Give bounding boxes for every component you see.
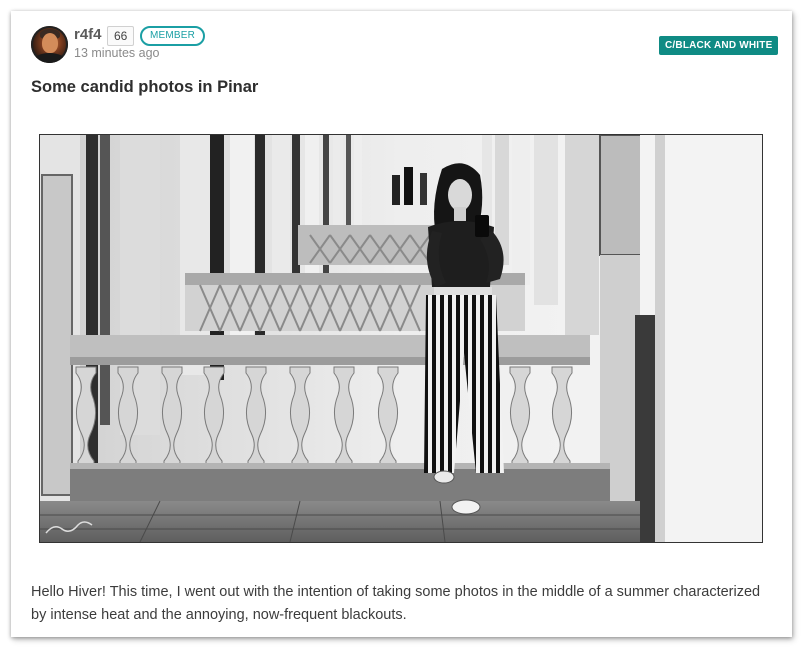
photo-illustration [40, 135, 762, 542]
avatar-shoulders [33, 53, 66, 63]
avatar-face [42, 33, 58, 53]
post-timestamp[interactable]: 13 minutes ago [74, 46, 159, 60]
user-avatar[interactable] [31, 26, 68, 63]
post-photo[interactable] [39, 134, 763, 543]
community-tag[interactable]: C/BLACK AND WHITE [659, 36, 779, 55]
reputation-badge: 66 [107, 26, 135, 46]
author-name[interactable]: r4f4 [74, 26, 102, 43]
role-badge: MEMBER [140, 26, 206, 46]
post-title[interactable]: Some candid photos in Pinar [31, 78, 258, 97]
post-card: r4f4 66 MEMBER 13 minutes ago C/BLACK AN… [11, 11, 792, 637]
post-body: Hello Hiver! This time, I went out with … [31, 584, 761, 623]
